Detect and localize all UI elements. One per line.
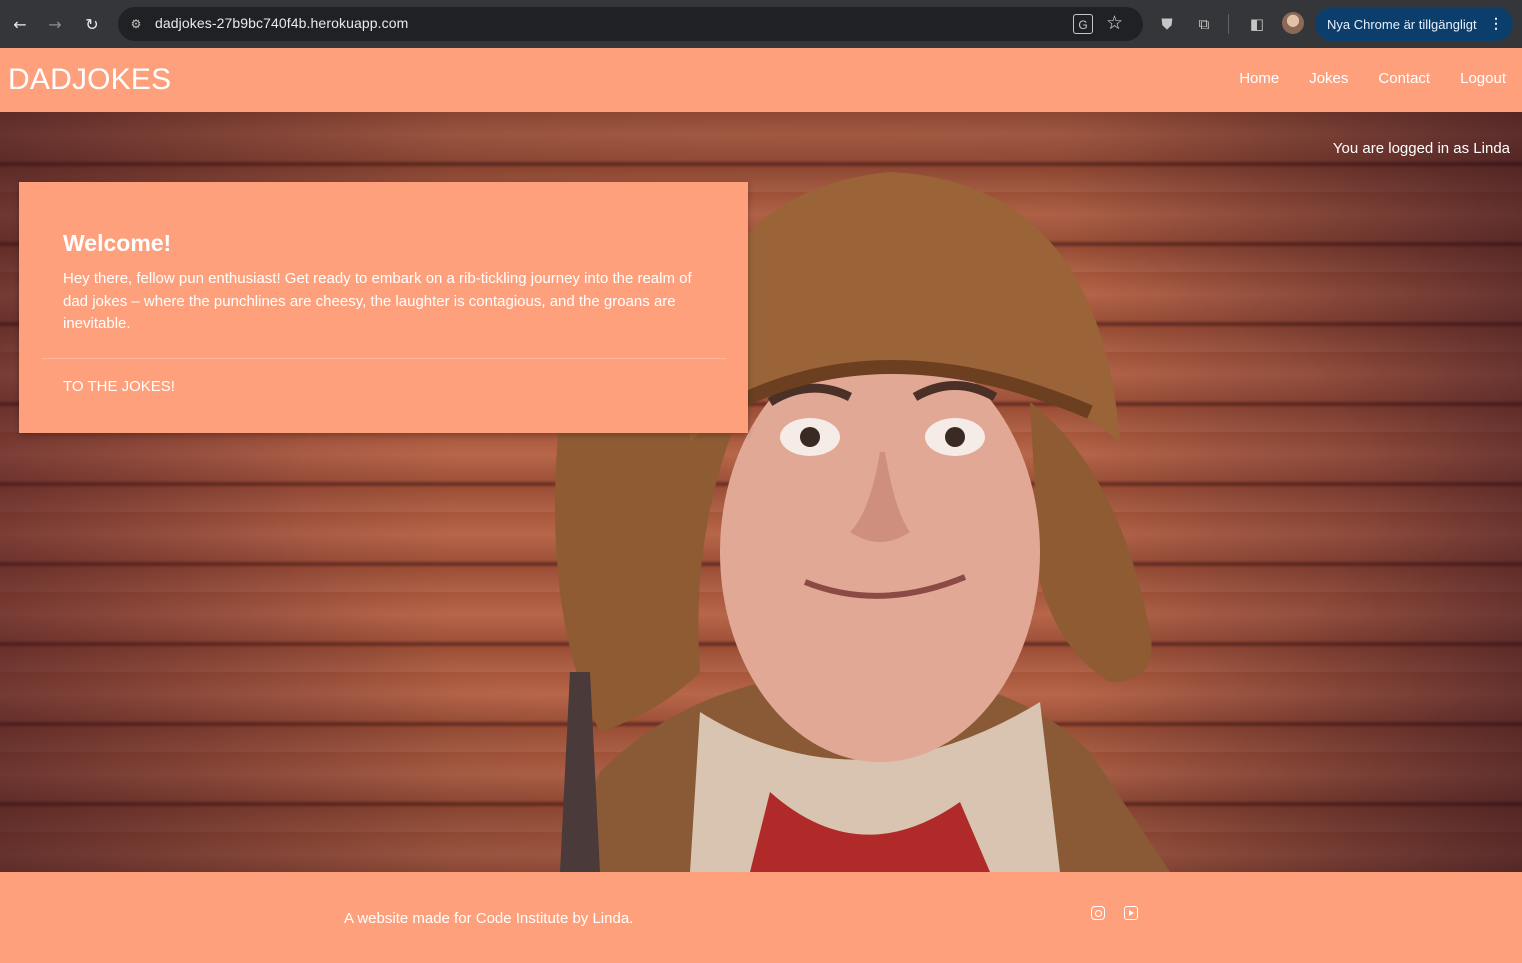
extensions-puzzle-icon[interactable]: ⧉ bbox=[1192, 12, 1216, 36]
translate-icon[interactable]: G bbox=[1073, 14, 1093, 34]
chrome-update-button[interactable]: Nya Chrome är tillgängligt ⋮ bbox=[1315, 7, 1513, 41]
site-navbar: DADJOKES Home Jokes Contact Logout bbox=[0, 48, 1522, 112]
nav-link-contact[interactable]: Contact bbox=[1378, 70, 1430, 87]
side-panel-icon[interactable]: ◧ bbox=[1245, 12, 1269, 36]
address-bar[interactable]: ⚙ dadjokes-27b9bc740f4b.herokuapp.com G … bbox=[118, 7, 1143, 41]
web-page: DADJOKES Home Jokes Contact Logout You a… bbox=[0, 48, 1522, 963]
hero-image: You are logged in as Linda Welcome! Hey … bbox=[0, 112, 1522, 872]
nav-link-jokes[interactable]: Jokes bbox=[1309, 70, 1348, 87]
welcome-card: Welcome! Hey there, fellow pun enthusias… bbox=[19, 182, 748, 433]
to-the-jokes-link[interactable]: TO THE JOKES! bbox=[63, 378, 175, 395]
instagram-icon[interactable] bbox=[1091, 906, 1105, 920]
card-divider bbox=[42, 358, 726, 359]
reload-button[interactable]: ↻ bbox=[78, 10, 106, 38]
youtube-icon[interactable] bbox=[1124, 906, 1138, 920]
welcome-text: Hey there, fellow pun enthusiast! Get re… bbox=[63, 270, 692, 332]
footer-text: A website made for Code Institute by Lin… bbox=[344, 910, 634, 927]
url-text[interactable]: dadjokes-27b9bc740f4b.herokuapp.com bbox=[155, 15, 408, 31]
browser-toolbar: ← → ↻ ⚙ dadjokes-27b9bc740f4b.herokuapp.… bbox=[0, 0, 1522, 48]
welcome-title: Welcome! bbox=[63, 230, 172, 256]
update-pill-label: Nya Chrome är tillgängligt bbox=[1327, 16, 1477, 32]
nav-link-home[interactable]: Home bbox=[1239, 70, 1279, 87]
kebab-menu-icon[interactable]: ⋮ bbox=[1489, 15, 1503, 32]
nav-links: Home Jokes Contact Logout bbox=[1239, 70, 1506, 87]
bookmark-star-icon[interactable]: ☆ bbox=[1106, 12, 1123, 34]
shield-icon[interactable]: ⛊ bbox=[1155, 12, 1179, 36]
back-button[interactable]: ← bbox=[6, 10, 34, 38]
nav-link-logout[interactable]: Logout bbox=[1460, 70, 1506, 87]
site-footer: A website made for Code Institute by Lin… bbox=[0, 872, 1522, 963]
toolbar-divider bbox=[1228, 14, 1229, 34]
site-info-icon[interactable]: ⚙ bbox=[128, 16, 144, 32]
logged-in-status: You are logged in as Linda bbox=[1332, 140, 1510, 157]
forward-button[interactable]: → bbox=[41, 10, 69, 38]
brand-logo[interactable]: DADJOKES bbox=[8, 63, 171, 97]
profile-avatar[interactable] bbox=[1282, 12, 1304, 34]
